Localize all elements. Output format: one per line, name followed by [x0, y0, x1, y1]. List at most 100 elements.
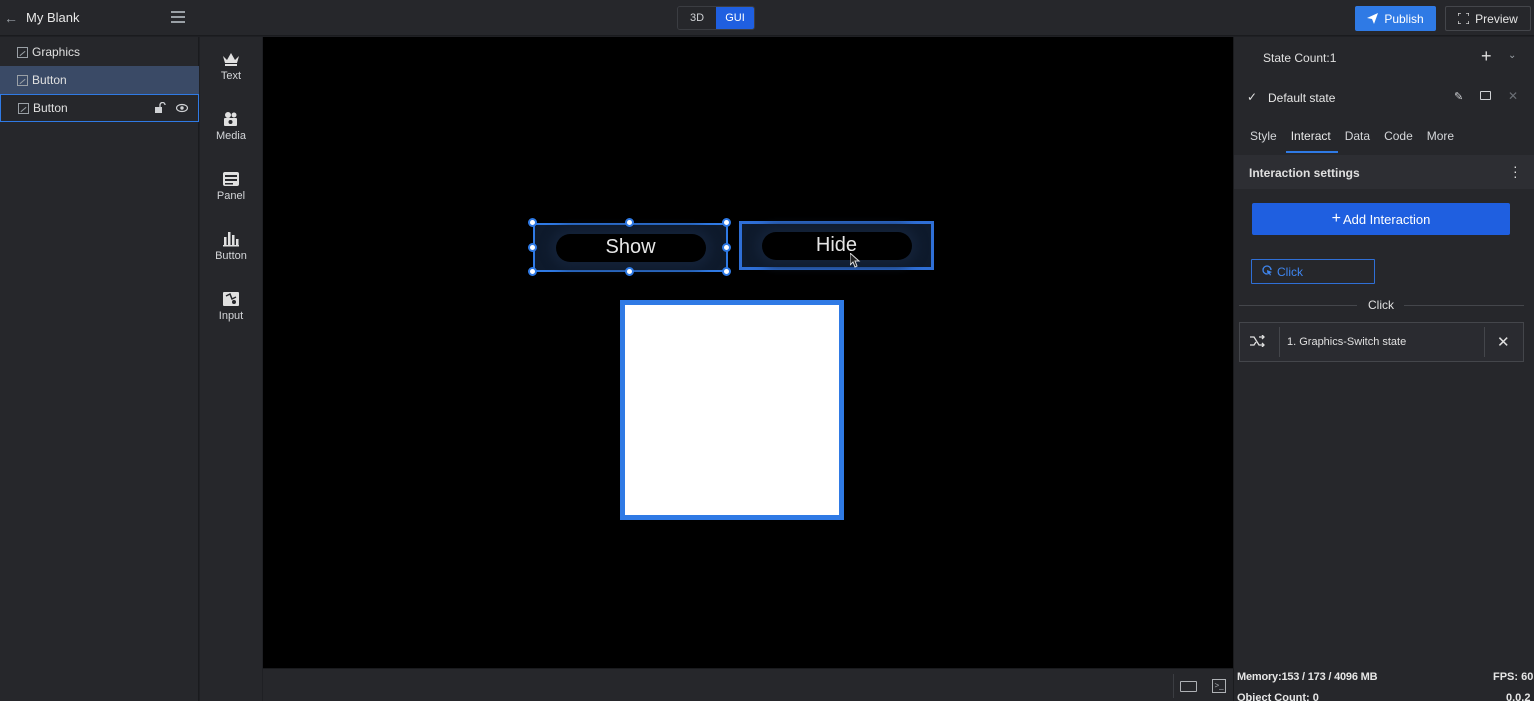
interaction-action-row[interactable]: 1. Graphics-Switch state ✕ — [1239, 322, 1524, 362]
publish-label: Publish — [1384, 11, 1424, 26]
back-arrow-icon[interactable]: ← — [4, 10, 18, 26]
state-name: Default state — [1268, 91, 1336, 105]
add-interaction-label: Add Interaction — [1342, 211, 1431, 227]
tab-style[interactable]: Style — [1243, 123, 1284, 153]
widget-text[interactable]: Text — [200, 51, 262, 107]
action-separator — [1484, 327, 1485, 357]
camera-icon — [222, 111, 240, 127]
image-layer-icon — [17, 74, 28, 86]
shuffle-icon — [1250, 334, 1265, 350]
show-button-widget[interactable]: Show — [533, 223, 728, 272]
show-button-label: Show — [605, 236, 656, 258]
resize-handle-ne[interactable] — [722, 218, 731, 227]
preview-label: Preview — [1475, 11, 1518, 26]
fps-readout: FPS: 60 — [1493, 671, 1534, 683]
layer-button-selected[interactable]: Button — [0, 66, 199, 94]
click-event-tag[interactable]: Click — [1251, 259, 1375, 284]
section-title: Interaction settings — [1249, 166, 1360, 180]
check-icon: ✓ — [1247, 90, 1258, 104]
layer-label: Button — [33, 101, 68, 115]
resize-handle-w[interactable] — [528, 243, 537, 252]
action-separator — [1279, 327, 1280, 357]
map-icon — [222, 291, 240, 307]
property-tabs: Style Interact Data Code More — [1234, 123, 1534, 153]
mode-switch: 3D GUI — [677, 6, 755, 30]
widget-label: Input — [218, 310, 244, 322]
image-layer-icon — [17, 46, 28, 58]
state-count: State Count:1 — [1263, 51, 1337, 65]
add-state-icon[interactable]: + — [1481, 47, 1492, 65]
tab-data[interactable]: Data — [1338, 123, 1377, 153]
tab-interact[interactable]: Interact — [1284, 123, 1338, 153]
graphics-widget[interactable] — [620, 300, 844, 520]
tab-more[interactable]: More — [1420, 123, 1461, 153]
interaction-settings-header: Interaction settings · · · — [1234, 155, 1534, 189]
resize-handle-nw[interactable] — [528, 218, 537, 227]
bar-chart-icon — [222, 231, 240, 247]
show-button-pill: Show — [555, 233, 706, 262]
publish-button[interactable]: Publish — [1355, 6, 1436, 31]
edit-icon[interactable]: ✎ — [1454, 90, 1463, 103]
hamburger-menu-icon[interactable] — [171, 11, 185, 23]
resize-handle-n[interactable] — [625, 218, 634, 227]
design-canvas[interactable]: Show Hide — [263, 37, 1233, 668]
image-layer-icon — [18, 102, 29, 114]
project-title: My Blank — [26, 10, 80, 25]
widget-label: Media — [216, 130, 246, 142]
properties-panel: State Count:1 + ⌄ ✓ Default state ✎ ✕ St… — [1233, 37, 1534, 701]
widget-rail: Text Media Panel Button Input — [200, 37, 262, 701]
event-divider: Click — [1239, 297, 1524, 313]
widget-label: Text — [220, 70, 242, 82]
status-bar: >_ — [263, 668, 1233, 701]
event-tag-label: Click — [1277, 264, 1303, 279]
plus-icon: + — [1331, 210, 1341, 227]
resize-handle-s[interactable] — [625, 267, 634, 276]
layer-label: Graphics — [32, 45, 81, 59]
resize-handle-se[interactable] — [722, 267, 731, 276]
chevron-down-icon[interactable]: ⌄ — [1508, 50, 1516, 61]
send-icon — [1367, 13, 1379, 24]
resize-handle-e[interactable] — [722, 243, 731, 252]
widget-media[interactable]: Media — [200, 111, 262, 167]
widget-panel[interactable]: Panel — [200, 171, 262, 227]
close-icon[interactable]: ✕ — [1508, 89, 1518, 103]
click-icon — [1262, 264, 1273, 279]
editor-app: ← My Blank 3D GUI Publish Preview Graphi… — [0, 0, 1534, 701]
panel-icon — [222, 171, 240, 187]
eye-icon[interactable] — [175, 102, 189, 114]
keyboard-icon[interactable] — [1180, 681, 1197, 692]
divider-line — [1404, 305, 1524, 306]
hide-button-widget[interactable]: Hide — [739, 221, 934, 270]
add-interaction-button[interactable]: + Add Interaction — [1252, 203, 1510, 235]
tab-code[interactable]: Code — [1377, 123, 1420, 153]
widget-label: Panel — [216, 190, 246, 202]
widget-label: Button — [215, 250, 247, 262]
mode-gui-tab[interactable]: GUI — [716, 7, 754, 29]
copy-icon[interactable] — [1480, 91, 1491, 100]
divider-line — [1239, 305, 1357, 306]
state-row[interactable]: ✓ Default state ✎ ✕ — [1234, 78, 1534, 116]
widget-input[interactable]: Input — [200, 291, 262, 347]
layers-panel: Graphics Button Button — [0, 37, 199, 701]
memory-readout: Memory:153 / 173 / 4096 MB — [1237, 671, 1378, 683]
layer-tools — [154, 101, 189, 114]
status-divider — [1173, 674, 1174, 698]
more-options-icon[interactable]: · · · — [1513, 159, 1518, 183]
widget-button[interactable]: Button — [200, 231, 262, 287]
object-count-readout: Object Count: 0 — [1237, 692, 1319, 701]
version-readout: 0.0.2 — [1506, 692, 1531, 701]
terminal-icon[interactable]: >_ — [1212, 679, 1226, 693]
layer-button-hovered[interactable]: Button — [0, 94, 199, 122]
crown-icon — [222, 51, 240, 67]
mode-3d-tab[interactable]: 3D — [678, 7, 716, 29]
hide-button-pill: Hide — [761, 231, 912, 260]
divider-label: Click — [1368, 298, 1394, 312]
fullscreen-icon — [1458, 13, 1470, 24]
layer-label: Button — [32, 73, 67, 87]
layer-graphics[interactable]: Graphics — [0, 38, 199, 66]
mouse-cursor-icon — [850, 253, 861, 268]
unlock-icon[interactable] — [154, 101, 166, 114]
preview-button[interactable]: Preview — [1445, 6, 1531, 31]
remove-action-icon[interactable]: ✕ — [1497, 333, 1510, 351]
resize-handle-sw[interactable] — [528, 267, 537, 276]
